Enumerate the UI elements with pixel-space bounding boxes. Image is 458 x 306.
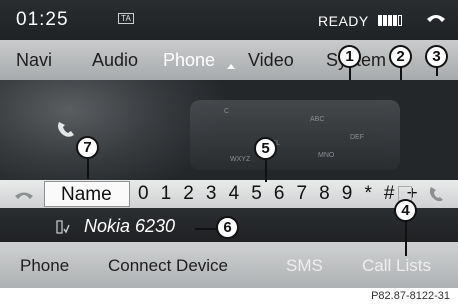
keypad-key-label: DEF bbox=[350, 134, 364, 141]
keypad-key-label: ABC bbox=[310, 116, 325, 123]
keypad-key-label: WXYZ bbox=[230, 156, 251, 163]
callout-6: 6 bbox=[216, 216, 239, 239]
callout-2: 2 bbox=[389, 45, 412, 68]
callout-4: 4 bbox=[394, 199, 417, 222]
submenu-item-sms: SMS bbox=[286, 256, 323, 275]
call-icon[interactable] bbox=[428, 186, 444, 204]
name-button-label: Name bbox=[61, 184, 112, 205]
submenu-item-call-lists: Call Lists bbox=[362, 256, 431, 275]
name-button[interactable]: Name bbox=[44, 181, 130, 207]
character-bar[interactable]: 0 1 2 3 4 5 6 7 8 9 * # + bbox=[138, 183, 421, 205]
handset-icon bbox=[427, 15, 445, 22]
signal-bar bbox=[398, 15, 402, 26]
phone-receiver-icon bbox=[58, 122, 74, 137]
callout-1: 1 bbox=[338, 45, 361, 68]
keypad-key-label: C bbox=[224, 108, 230, 115]
traffic-announcement-indicator: TA bbox=[118, 13, 134, 24]
clock: 01:25 bbox=[16, 9, 69, 30]
callout-leader bbox=[195, 228, 217, 230]
submenu-item-phone[interactable]: Phone bbox=[20, 256, 69, 276]
callout-leader bbox=[87, 157, 89, 179]
signal-bar bbox=[383, 15, 387, 26]
signal-strength-icon bbox=[378, 15, 402, 26]
menu-item-phone[interactable]: Phone bbox=[163, 50, 215, 71]
device-name: Nokia 6230 bbox=[84, 216, 176, 236]
callout-leader bbox=[400, 66, 402, 80]
signal-bar bbox=[378, 15, 382, 26]
callout-leader bbox=[265, 160, 267, 182]
callout-5: 5 bbox=[254, 137, 277, 160]
end-call-icon[interactable] bbox=[14, 189, 34, 201]
signal-bar bbox=[393, 15, 397, 26]
selected-indicator-icon bbox=[227, 64, 235, 69]
menu-item-navi[interactable]: Navi bbox=[16, 50, 52, 71]
keypad-key-label: MNO bbox=[318, 152, 335, 159]
phone-status: READY bbox=[318, 13, 369, 29]
callout-7: 7 bbox=[76, 136, 99, 159]
keypad-background: C ABC DEF JKL MNO WXYZ bbox=[190, 100, 400, 170]
signal-bar bbox=[388, 15, 392, 26]
callout-leader bbox=[349, 66, 351, 80]
bluetooth-phone-icon bbox=[56, 220, 70, 234]
callout-3: 3 bbox=[425, 45, 448, 68]
head-unit-screen: 01:25 TA READY Navi Audio Phone Video Sy… bbox=[0, 0, 458, 288]
figure-code: P82.87-8122-31 bbox=[371, 290, 450, 302]
submenu-item-connect-device[interactable]: Connect Device bbox=[108, 256, 228, 276]
menu-item-audio[interactable]: Audio bbox=[92, 50, 138, 71]
number-entry-line: Name 0 1 2 3 4 5 6 7 8 9 * # + bbox=[0, 180, 458, 208]
menu-item-video[interactable]: Video bbox=[248, 50, 294, 71]
phone-submenu: Phone Connect Device SMS Call Lists bbox=[0, 242, 458, 288]
status-bar: 01:25 TA READY bbox=[0, 0, 458, 40]
